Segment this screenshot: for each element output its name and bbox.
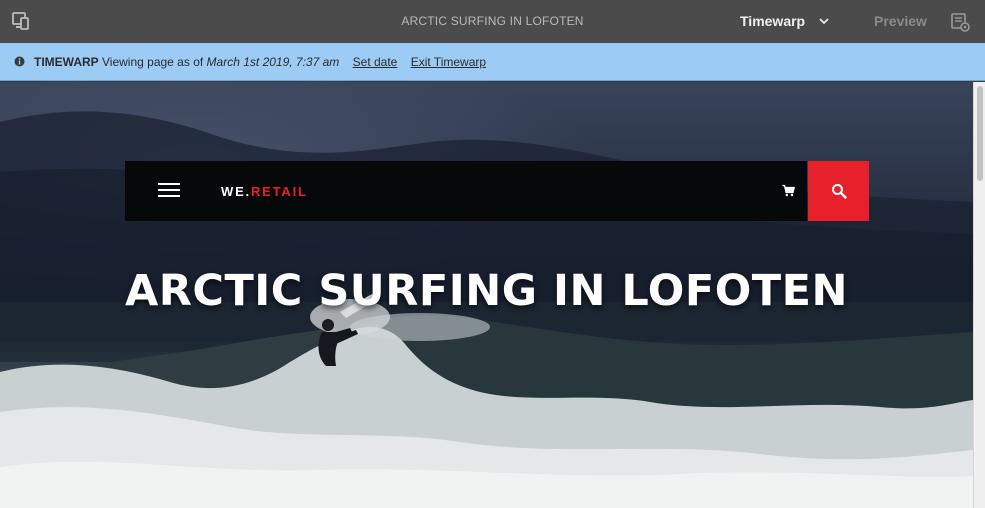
timewarp-tag: TIMEWARP [34, 55, 99, 69]
search-icon [832, 184, 847, 199]
scrollbar-thumb[interactable] [977, 86, 983, 181]
editor-toolbar: ARCTIC SURFING IN LOFOTEN Timewarp Previ… [0, 0, 985, 43]
search-button[interactable] [808, 161, 869, 221]
page-viewport: WE.RETAIL ARCTIC SURFING IN LOFOTEN [0, 82, 973, 508]
info-icon [14, 56, 25, 67]
timewarp-message: Viewing page as of [102, 55, 204, 69]
mode-selector[interactable]: Timewarp [740, 13, 805, 29]
timewarp-bar: TIMEWARP Viewing page as of March 1st 20… [0, 43, 985, 81]
menu-icon[interactable] [158, 183, 180, 197]
logo-accent: RETAIL [250, 184, 308, 199]
hero-title: ARCTIC SURFING IN LOFOTEN [125, 266, 848, 316]
timewarp-message-line: TIMEWARP Viewing page as of March 1st 20… [34, 55, 486, 69]
site-navbar: WE.RETAIL [125, 161, 807, 221]
cart-icon[interactable] [782, 184, 795, 197]
site-logo[interactable]: WE.RETAIL [221, 184, 308, 199]
timewarp-date: March 1st 2019, 7:37 am [206, 55, 340, 69]
page-properties-icon[interactable] [950, 12, 970, 32]
page-title: ARCTIC SURFING IN LOFOTEN [401, 14, 584, 28]
logo-main: WE. [221, 184, 251, 199]
chevron-down-icon[interactable] [818, 15, 830, 27]
vertical-scrollbar[interactable] [973, 82, 985, 508]
preview-button[interactable]: Preview [874, 13, 927, 29]
set-date-link[interactable]: Set date [353, 55, 398, 69]
exit-timewarp-link[interactable]: Exit Timewarp [411, 55, 486, 69]
